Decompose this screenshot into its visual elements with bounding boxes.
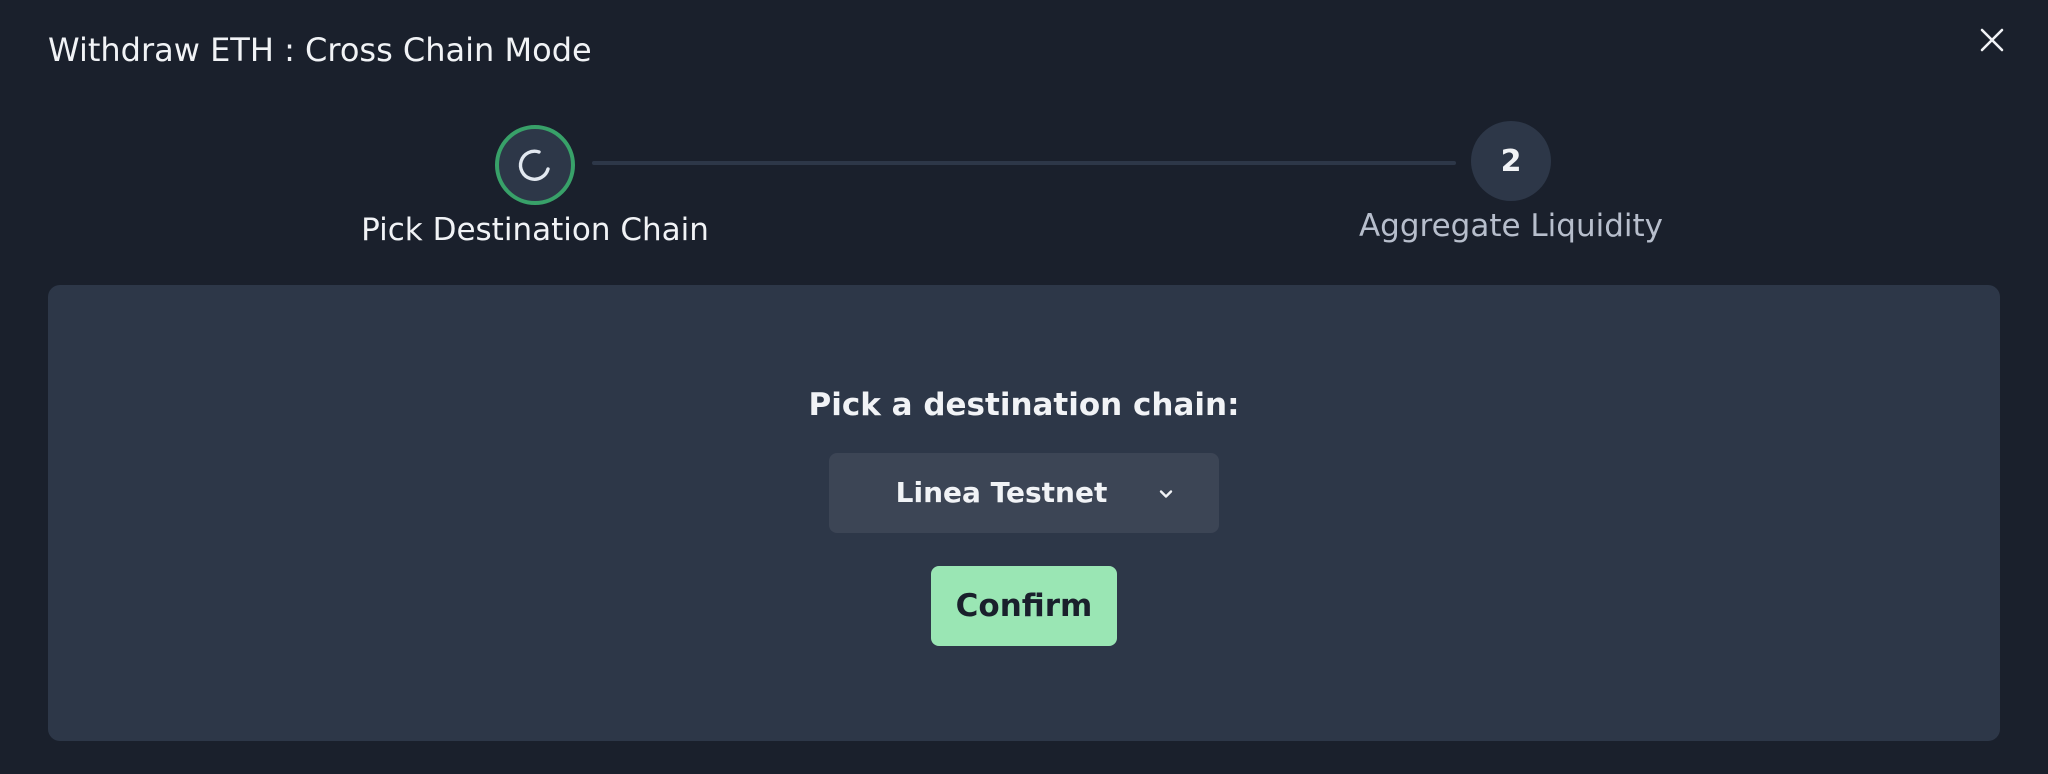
step-1-label: Pick Destination Chain [361, 212, 709, 248]
destination-panel: Pick a destination chain: Linea Testnet … [48, 285, 2000, 741]
confirm-button[interactable]: Confirm [931, 566, 1117, 646]
step-1-indicator [495, 125, 575, 205]
modal-title: Withdraw ETH : Cross Chain Mode [48, 31, 592, 69]
step-2-indicator: 2 [1471, 121, 1551, 201]
close-button[interactable] [1974, 22, 2010, 58]
selected-chain: Linea Testnet [895, 476, 1108, 509]
step-2-number: 2 [1500, 143, 1522, 179]
panel-heading: Pick a destination chain: [808, 387, 1240, 423]
withdraw-modal: Withdraw ETH : Cross Chain Mode Pick Des… [0, 0, 2048, 774]
close-icon [1980, 28, 2004, 52]
spinner-icon [518, 149, 550, 181]
step-2-label: Aggregate Liquidity [1358, 208, 1664, 244]
chevron-down-icon [1157, 485, 1175, 503]
destination-chain-select[interactable]: Linea Testnet [829, 453, 1219, 533]
step-connector [592, 161, 1456, 165]
